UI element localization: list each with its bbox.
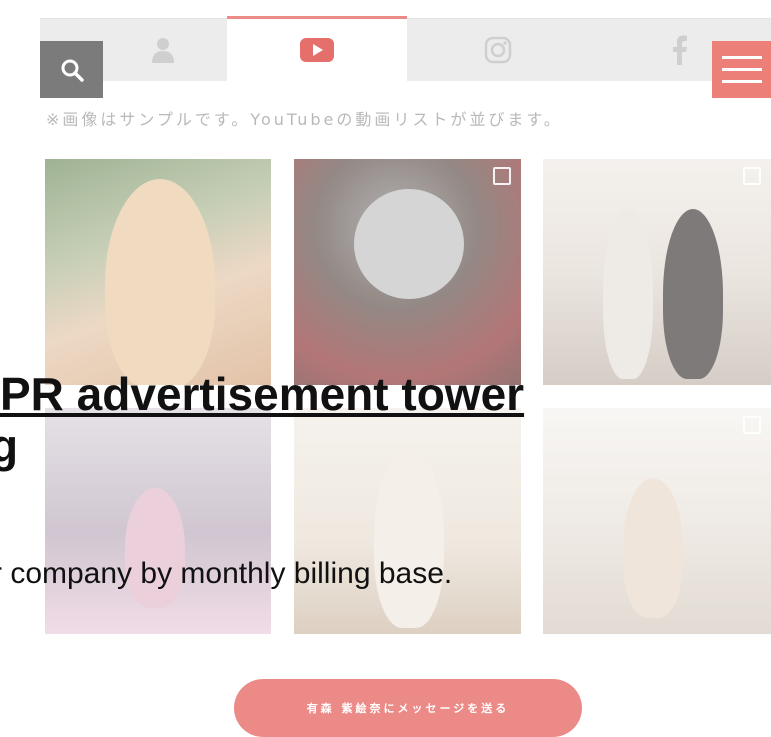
pr-advertisement-description: r company by monthly billing base. <box>0 557 453 590</box>
menu-bar <box>721 80 762 83</box>
send-message-button[interactable]: 有森 紫絵奈にメッセージを送る <box>234 679 582 737</box>
search-button[interactable] <box>40 41 103 98</box>
hamburger-menu-icon <box>721 56 762 59</box>
menu-button[interactable] <box>712 41 771 98</box>
title-line-1: PR advertisement tower <box>0 368 525 420</box>
menu-bar <box>721 68 762 71</box>
image-wash <box>543 159 771 385</box>
checkbox-icon <box>743 167 761 185</box>
facebook-icon <box>673 35 687 65</box>
image-wash <box>294 159 521 385</box>
image-wash <box>45 159 271 385</box>
social-tab-bar <box>40 16 771 81</box>
gallery-item[interactable] <box>45 159 271 385</box>
instagram-icon <box>484 36 512 64</box>
checkbox-icon <box>493 167 511 185</box>
pr-advertisement-title[interactable]: PR advertisement tower g <box>0 368 771 472</box>
user-icon <box>152 38 174 63</box>
gallery-item[interactable] <box>294 159 521 385</box>
tab-profile[interactable] <box>100 19 226 81</box>
search-icon <box>61 59 84 82</box>
tab-youtube[interactable] <box>227 16 407 81</box>
youtube-icon <box>300 38 334 62</box>
gallery-item[interactable] <box>543 159 771 385</box>
title-line-2: g <box>0 420 19 472</box>
sample-note: ※画像はサンプルです。YouTubeの動画リストが並びます。 <box>46 110 563 129</box>
tab-instagram[interactable] <box>408 19 588 81</box>
